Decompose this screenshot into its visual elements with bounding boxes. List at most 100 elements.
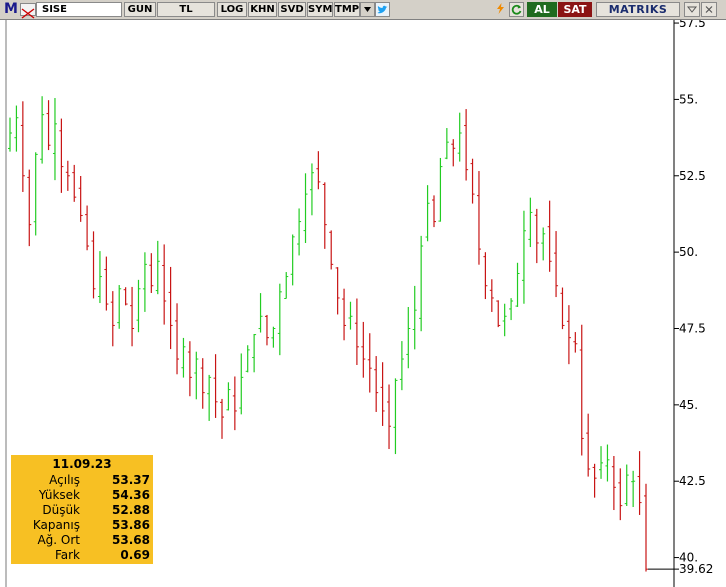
ohlc-bar: [476, 171, 481, 265]
ohlc-bar: [187, 341, 192, 397]
ohlc-bar: [316, 151, 321, 190]
ohlc-bar: [348, 301, 353, 330]
ohlc-bar: [33, 152, 38, 236]
y-tick-label: 42.5: [679, 474, 706, 488]
ohlc-bar: [387, 384, 392, 450]
ohlc-bar: [599, 446, 604, 479]
period-button[interactable]: GUN: [124, 2, 156, 17]
ohlc-bar: [8, 117, 12, 152]
info-value: 53.86: [112, 518, 150, 532]
ohlc-bar: [322, 182, 327, 249]
ohlc-bar: [52, 98, 57, 181]
twitter-icon[interactable]: [375, 2, 390, 17]
sym-button[interactable]: SYM: [307, 2, 333, 17]
ohlc-bar: [309, 163, 314, 216]
ohlc-bar: [624, 464, 629, 507]
app-logo: M: [4, 1, 18, 17]
lightning-icon[interactable]: [493, 2, 508, 17]
ohlc-bar: [457, 112, 462, 162]
ohlc-bar: [213, 354, 218, 418]
khn-button[interactable]: KHN: [248, 2, 277, 17]
ohlc-bar: [277, 283, 282, 356]
brand-logo: MATRIKS: [596, 2, 680, 17]
info-row-close: Kapanış 53.86: [11, 518, 153, 533]
flag-icon[interactable]: [20, 3, 36, 19]
info-row-low: Düşük 52.88: [11, 503, 153, 518]
last-price-label: 39.62: [679, 562, 713, 576]
info-value: 0.69: [120, 548, 150, 562]
ohlc-bar: [271, 326, 276, 348]
log-button[interactable]: LOG: [217, 2, 247, 17]
y-tick-label: 47.5: [679, 321, 706, 335]
ohlc-bar: [637, 451, 642, 515]
ohlc-bar: [406, 306, 411, 369]
ohlc-bar: [412, 285, 417, 350]
ohlc-bar: [393, 378, 398, 455]
ohlc-bar: [541, 227, 546, 261]
ohlc-bar: [399, 341, 404, 391]
y-tick-label: 52.5: [679, 169, 706, 183]
ohlc-bar: [367, 333, 372, 393]
ohlc-bar: [117, 285, 122, 329]
ohlc-bar: [72, 164, 77, 202]
ohlc-bar: [104, 256, 109, 311]
ohlc-bar: [586, 413, 591, 477]
info-label: Kapanış: [32, 518, 80, 532]
buy-button[interactable]: AL: [527, 2, 557, 17]
ohlc-bar: [483, 252, 488, 300]
ohlc-bar: [521, 210, 526, 304]
info-label: Fark: [54, 548, 80, 562]
ohlc-bar: [97, 251, 102, 304]
info-row-wavg: Ağ. Ort 53.68: [11, 533, 153, 548]
ohlc-bar: [611, 455, 616, 511]
ohlc-bar: [226, 382, 231, 411]
ohlc-bar: [534, 208, 539, 264]
ohlc-bar: [40, 96, 45, 164]
ohlc-bar: [509, 298, 514, 321]
y-tick-label: 57.5: [679, 20, 706, 30]
ohlc-bar: [123, 287, 128, 306]
ohlc-bar: [566, 305, 571, 365]
symbol-input[interactable]: SISE: [36, 2, 122, 17]
ohlc-bar: [78, 176, 83, 222]
svd-button[interactable]: SVD: [278, 2, 306, 17]
ohlc-bar: [290, 234, 295, 286]
ohlc-bar: [573, 332, 578, 353]
ohlc-bar: [65, 160, 70, 191]
collapse-icon[interactable]: [684, 2, 700, 17]
close-icon[interactable]: [701, 2, 717, 17]
ohlc-bar: [419, 235, 424, 332]
ohlc-bar: [130, 286, 135, 347]
info-label: Açılış: [49, 473, 80, 487]
ohlc-bar: [220, 398, 224, 439]
ohlc-bar: [329, 230, 334, 270]
ohlc-bar: [27, 169, 32, 247]
ohlc-bar: [444, 128, 449, 160]
ohlc-bar: [252, 334, 257, 373]
ohlc-bar: [142, 252, 147, 312]
ohlc-bar: [303, 173, 308, 244]
ohlc-bar: [354, 298, 359, 366]
ohlc-bar: [110, 291, 115, 347]
refresh-icon[interactable]: [509, 2, 524, 17]
ohlc-bar: [264, 314, 269, 346]
ohlc-bar: [631, 470, 636, 508]
ohlc-bar: [168, 266, 173, 350]
dropdown-icon[interactable]: [360, 2, 375, 17]
ohlc-bar: [91, 231, 96, 299]
ohlc-bar: [207, 374, 212, 421]
ohlc-bar: [547, 200, 552, 272]
template-button[interactable]: TMP: [334, 2, 360, 17]
ohlc-bar: [284, 272, 289, 299]
currency-button[interactable]: TL: [157, 2, 215, 17]
ohlc-bar: [297, 208, 302, 256]
last-price-marker: 39.62: [648, 562, 713, 576]
ohlc-bar: [560, 287, 565, 330]
info-row-high: Yüksek 54.36: [11, 488, 153, 503]
ohlc-bar: [502, 303, 507, 337]
ohlc-bar: [496, 300, 501, 328]
ohlc-bar: [194, 351, 199, 400]
info-row-open: Açılış 53.37: [11, 473, 153, 488]
y-tick-label: 50.: [679, 245, 698, 259]
sell-button[interactable]: SAT: [558, 2, 592, 17]
